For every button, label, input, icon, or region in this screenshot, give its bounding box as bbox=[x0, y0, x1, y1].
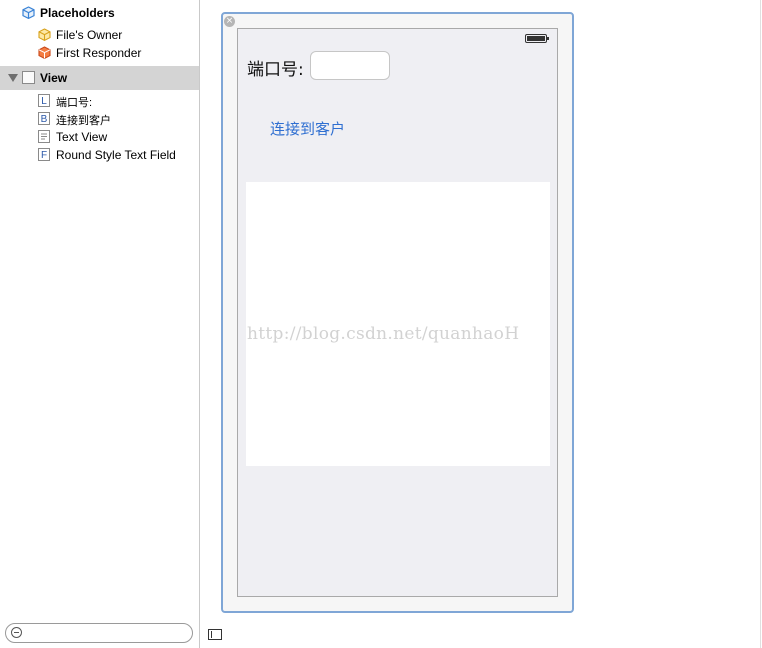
filter-icon bbox=[11, 627, 22, 638]
outline-item-button[interactable]: B 连接到客户 bbox=[0, 110, 199, 128]
close-icon[interactable]: × bbox=[224, 16, 235, 27]
outline-first-responder-label: First Responder bbox=[56, 46, 142, 60]
text-view-icon bbox=[38, 130, 50, 143]
outline-item-label[interactable]: L 端口号: bbox=[0, 92, 199, 110]
connect-client-button[interactable]: 连接到客户 bbox=[270, 118, 345, 139]
port-text-field[interactable] bbox=[310, 51, 390, 80]
outline-item-text-view[interactable]: Text View bbox=[0, 128, 199, 146]
outline-view-label: View bbox=[40, 71, 68, 85]
first-responder-cube-icon bbox=[38, 46, 51, 59]
outline-placeholders-label: Placeholders bbox=[40, 6, 115, 20]
outline-item-placeholders[interactable]: Placeholders bbox=[0, 4, 199, 22]
battery-icon bbox=[525, 34, 549, 43]
outline-item-text-field[interactable]: F Round Style Text Field bbox=[0, 146, 199, 164]
view-icon bbox=[22, 71, 35, 84]
outline-child-label: 连接到客户 bbox=[56, 115, 111, 127]
outline-child-label: Round Style Text Field bbox=[56, 148, 176, 162]
port-label: 端口号: bbox=[247, 60, 304, 80]
document-outline: Placeholders File's Owner First Responde… bbox=[0, 0, 200, 648]
placeholders-cube-icon bbox=[22, 6, 35, 19]
outline-item-first-responder[interactable]: First Responder bbox=[0, 44, 199, 62]
outline-item-files-owner[interactable]: File's Owner bbox=[0, 26, 199, 44]
divider bbox=[760, 0, 761, 648]
outline-child-label: Text View bbox=[56, 130, 108, 144]
outline-item-view[interactable]: View bbox=[0, 66, 199, 90]
files-owner-cube-icon bbox=[38, 28, 51, 41]
text-field-badge-icon: F bbox=[38, 148, 50, 161]
outline-filter-field[interactable] bbox=[5, 623, 193, 643]
button-badge-icon: B bbox=[38, 112, 50, 125]
label-badge-icon: L bbox=[38, 94, 50, 107]
watermark-text: http://blog.csdn.net/quanhaoH bbox=[247, 324, 520, 344]
outline-files-owner-label: File's Owner bbox=[56, 28, 123, 42]
outline-toggle-icon[interactable] bbox=[208, 629, 222, 640]
disclosure-triangle-icon[interactable] bbox=[8, 74, 18, 82]
outline-child-label: 端口号: bbox=[56, 97, 93, 109]
